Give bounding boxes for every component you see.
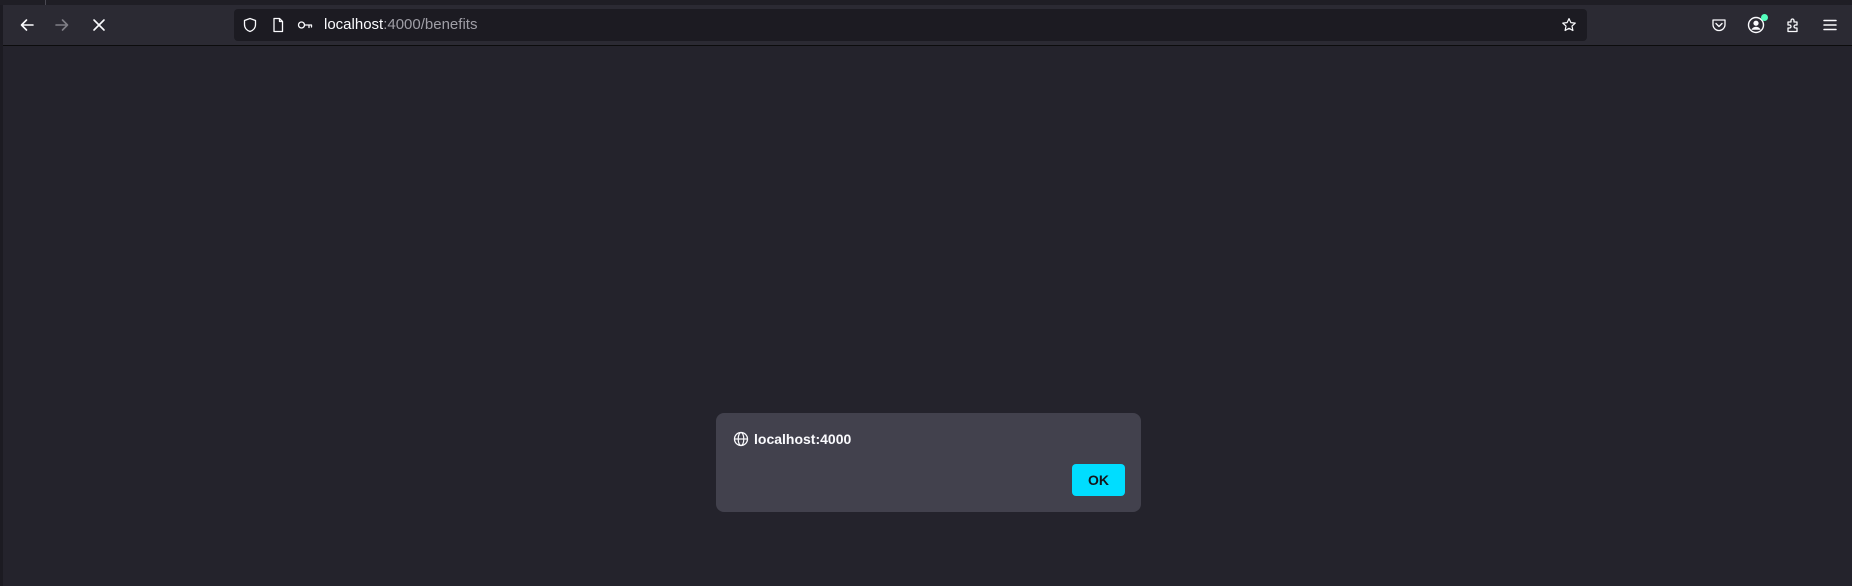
url-path: :4000/benefits	[383, 16, 478, 33]
hamburger-menu-icon	[1823, 19, 1837, 31]
stop-button[interactable]	[83, 9, 115, 41]
address-bar[interactable]: localhost:4000/benefits	[234, 9, 1587, 41]
pocket-button[interactable]	[1703, 9, 1735, 41]
browser-window: localhost:4000/benefits localhost:4000 O…	[0, 0, 1852, 586]
bookmark-star-icon[interactable]	[1561, 17, 1577, 33]
page-info-icon[interactable]	[270, 17, 286, 33]
forward-arrow-icon	[55, 19, 69, 31]
stop-loading-icon	[93, 19, 105, 31]
pocket-icon	[1712, 19, 1726, 32]
back-arrow-icon	[20, 19, 34, 31]
navigation-toolbar: localhost:4000/benefits	[3, 5, 1852, 46]
extensions-puzzle-icon	[1787, 18, 1798, 33]
forward-button[interactable]	[46, 9, 78, 41]
globe-icon	[733, 431, 749, 447]
url-host: localhost	[324, 16, 384, 33]
key-icon[interactable]	[297, 17, 313, 33]
tracking-protection-shield-icon[interactable]	[242, 17, 258, 33]
app-menu-button[interactable]	[1814, 9, 1846, 41]
dialog-title: localhost:4000	[733, 429, 851, 449]
ok-button[interactable]: OK	[1072, 464, 1125, 496]
url-text[interactable]: localhost:4000/benefits	[324, 9, 477, 41]
extensions-button[interactable]	[1777, 9, 1809, 41]
back-button[interactable]	[11, 9, 43, 41]
account-notification-badge	[1761, 14, 1768, 21]
account-button[interactable]	[1740, 9, 1772, 41]
alert-dialog: localhost:4000 OK	[716, 413, 1141, 512]
dialog-origin: localhost:4000	[754, 431, 852, 447]
